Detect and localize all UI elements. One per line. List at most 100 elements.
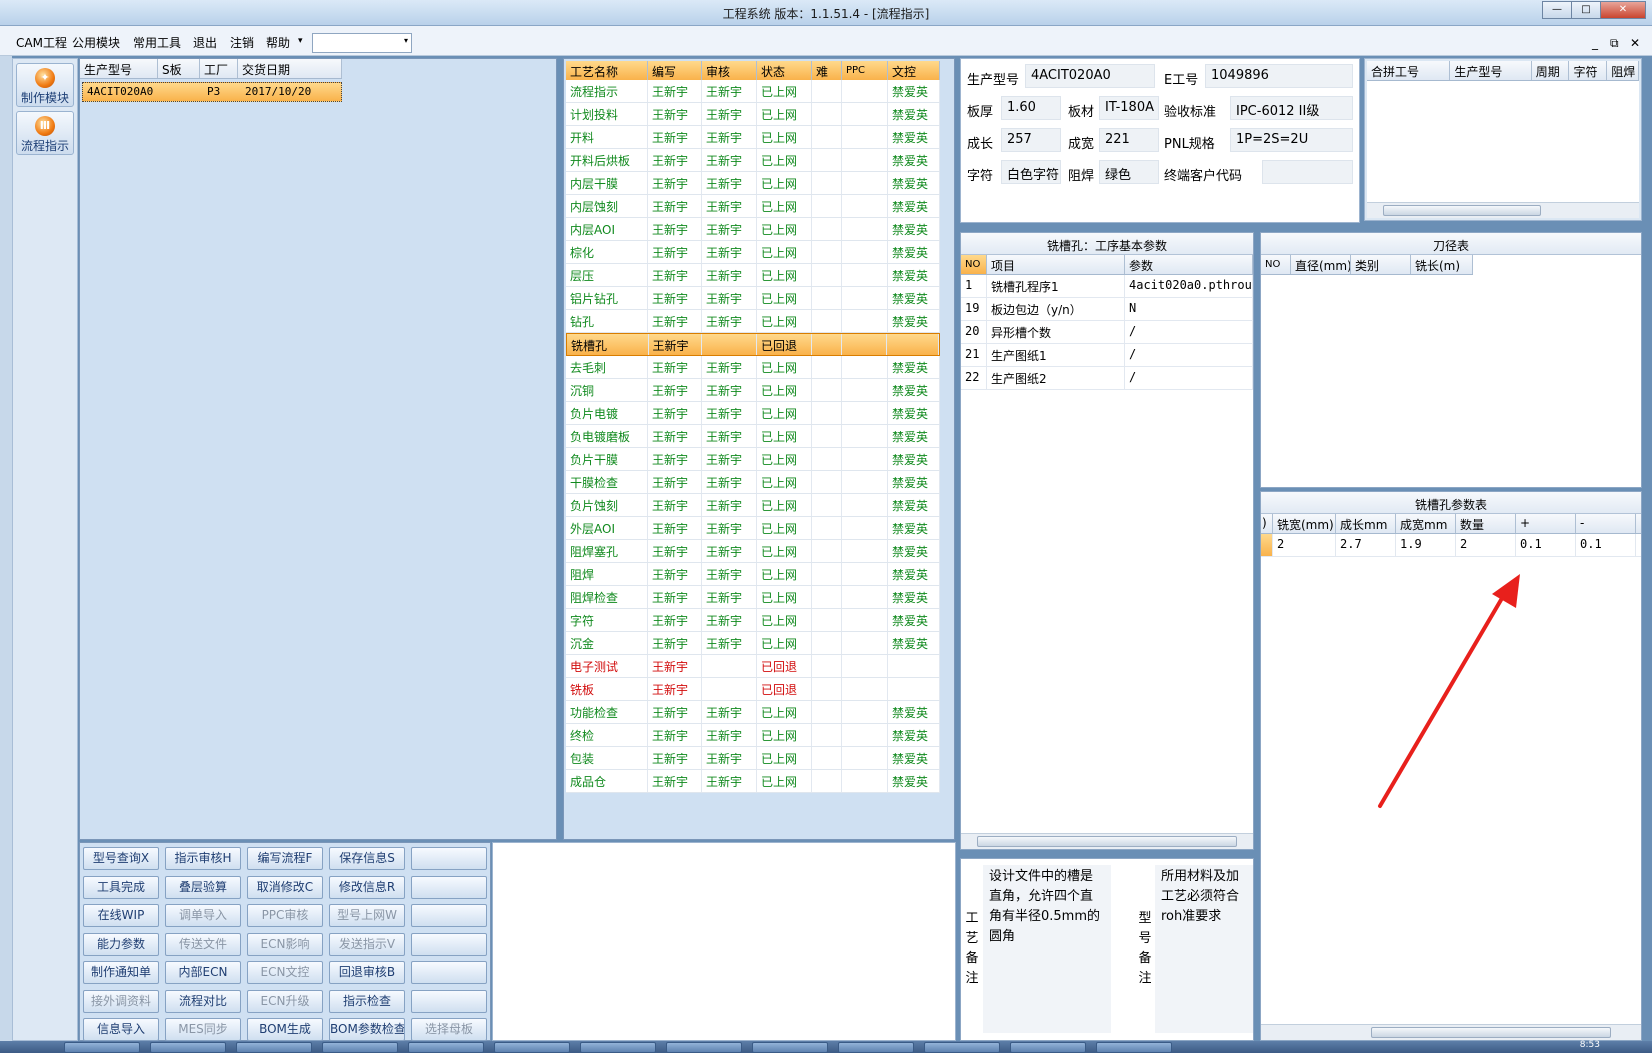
blank-button[interactable] <box>411 961 487 984</box>
table-row[interactable]: 内层蚀刻 王新宇 王新宇 已上网 禁爱英 <box>566 195 940 218</box>
table-row[interactable]: 开料后烘板 王新宇 王新宇 已上网 禁爱英 <box>566 149 940 172</box>
action-button[interactable]: PPC审核 <box>247 904 323 927</box>
action-button[interactable]: 工具完成 <box>83 875 159 899</box>
col-combine-no[interactable]: 合拼工号 <box>1367 61 1451 80</box>
process-note-text[interactable]: 设计文件中的槽是直角，允许四个直角有半径0.5mm的圆角 <box>983 865 1111 1033</box>
model-note-text[interactable]: 所用材料及加工艺必须符合roh准要求 <box>1155 865 1253 1033</box>
action-button[interactable]: 传送文件 <box>165 932 241 956</box>
help-dropdown-icon[interactable]: ▾ <box>298 36 303 46</box>
menu-common-modules[interactable]: 公用模块 <box>72 34 120 51</box>
table-row[interactable]: 字符 王新宇 王新宇 已上网 禁爱英 <box>566 609 940 632</box>
col-slot-qty[interactable]: 数量 <box>1456 514 1516 533</box>
table-row[interactable]: 内层AOI 王新宇 王新宇 已上网 禁爱英 <box>566 218 940 241</box>
length-value[interactable]: 257 <box>1001 128 1061 152</box>
action-button[interactable]: 制作通知单 <box>83 961 159 984</box>
menu-logout[interactable]: 注销 <box>230 34 254 51</box>
mdi-close-icon[interactable]: ✕ <box>1630 36 1640 50</box>
menu-help[interactable]: 帮助 <box>266 34 290 51</box>
action-button[interactable]: ECN升级 <box>247 989 323 1013</box>
col-combine-char[interactable]: 字符 <box>1569 61 1608 80</box>
table-row[interactable]: 负片干膜 王新宇 王新宇 已上网 禁爱英 <box>566 448 940 471</box>
standard-value[interactable]: IPC-6012 II级 <box>1230 96 1353 120</box>
table-row[interactable]: 负片蚀刻 王新宇 王新宇 已上网 禁爱英 <box>566 494 940 517</box>
col-status[interactable]: 状态 <box>757 61 812 80</box>
taskbar-item[interactable] <box>580 1042 656 1053</box>
taskbar-item[interactable] <box>838 1042 914 1053</box>
action-button[interactable]: 选择母板 <box>411 1018 487 1041</box>
action-button[interactable]: 信息导入 <box>83 1018 159 1041</box>
scroll-thumb[interactable] <box>1371 1027 1611 1038</box>
table-row[interactable]: 棕化 王新宇 王新宇 已上网 禁爱英 <box>566 241 940 264</box>
table-row[interactable]: 阻焊 王新宇 王新宇 已上网 禁爱英 <box>566 563 940 586</box>
table-row[interactable]: 沉铜 王新宇 王新宇 已上网 禁爱英 <box>566 379 940 402</box>
col-reviewer[interactable]: 审核 <box>702 61 757 80</box>
col-slot-length[interactable]: 成长mm <box>1336 514 1396 533</box>
table-row[interactable]: 层压 王新宇 王新宇 已上网 禁爱英 <box>566 264 940 287</box>
table-row[interactable]: 铣槽孔 王新宇 已回退 <box>566 333 940 356</box>
width-value[interactable]: 221 <box>1099 128 1159 152</box>
action-button[interactable]: 修改信息R <box>329 875 405 899</box>
menu-common-tools[interactable]: 常用工具 <box>133 34 181 51</box>
taskbar-item[interactable] <box>64 1042 140 1053</box>
action-button[interactable]: 接外调资料 <box>83 989 159 1013</box>
col-diameter[interactable]: 直径(mm) <box>1291 255 1351 274</box>
character-value[interactable]: 白色字符 <box>1001 160 1061 184</box>
blank-button[interactable] <box>411 875 487 899</box>
table-row[interactable]: 钻孔 王新宇 王新宇 已上网 禁爱英 <box>566 310 940 333</box>
blank-button[interactable] <box>411 904 487 927</box>
taskbar-item[interactable] <box>236 1042 312 1053</box>
table-row[interactable]: 外层AOI 王新宇 王新宇 已上网 禁爱英 <box>566 517 940 540</box>
sidebar-item-make-module[interactable]: ✦ 制作模块 <box>16 63 74 107</box>
blank-button[interactable] <box>411 989 487 1013</box>
action-button[interactable]: 取消修改C <box>247 875 323 899</box>
material-value[interactable]: IT-180A <box>1099 96 1159 120</box>
action-button[interactable]: 叠层验算 <box>165 875 241 899</box>
table-row[interactable]: 22 生产图纸2/ <box>961 367 1253 390</box>
col-no[interactable]: NO <box>961 255 987 274</box>
col-doc-control[interactable]: 文控 <box>888 61 940 80</box>
table-row[interactable]: 负片电镀 王新宇 王新宇 已上网 禁爱英 <box>566 402 940 425</box>
table-row[interactable]: 铝片钻孔 王新宇 王新宇 已上网 禁爱英 <box>566 287 940 310</box>
action-button[interactable]: 保存信息S <box>329 847 405 870</box>
table-row[interactable]: 内层干膜 王新宇 王新宇 已上网 禁爱英 <box>566 172 940 195</box>
table-row[interactable]: 20 异形槽个数 / <box>961 321 1253 344</box>
table-row[interactable]: 2 2.7 1.9 2 0.1 0.1 <box>1261 534 1641 557</box>
action-button[interactable]: 流程对比 <box>165 989 241 1013</box>
taskbar-item[interactable] <box>924 1042 1000 1053</box>
table-row[interactable]: 功能检查 王新宇 王新宇 已上网 禁爱英 <box>566 701 940 724</box>
sidebar-item-flow-instruction[interactable]: Ⅲ 流程指示 <box>16 111 74 155</box>
col-process-name[interactable]: 工艺名称 <box>566 61 648 80</box>
e-no-value[interactable]: 1049896 <box>1205 64 1353 88</box>
close-button[interactable]: ✕ <box>1600 1 1646 19</box>
col-s-board[interactable]: S板 <box>158 59 200 78</box>
col-category[interactable]: 类别 <box>1351 255 1411 274</box>
action-button[interactable]: 发送指示V <box>329 932 405 956</box>
table-row[interactable]: 21 生产图纸1/ <box>961 344 1253 367</box>
taskbar-item[interactable] <box>494 1042 570 1053</box>
table-row[interactable]: 负电镀磨板 王新宇 王新宇 已上网 禁爱英 <box>566 425 940 448</box>
maximize-button[interactable]: □ <box>1571 1 1601 19</box>
scroll-thumb[interactable] <box>977 836 1237 847</box>
col-writer[interactable]: 编写 <box>648 61 702 80</box>
col-mill-length[interactable]: 铣长(m) <box>1411 255 1473 274</box>
blank-button[interactable] <box>411 932 487 956</box>
params-scrollbar[interactable] <box>961 833 1253 849</box>
action-button[interactable]: MES同步 <box>165 1018 241 1041</box>
action-button[interactable]: 能力参数 <box>83 932 159 956</box>
action-button[interactable]: BOM参数检查 <box>329 1018 405 1041</box>
table-row[interactable]: 成品仓 王新宇 王新宇 已上网 禁爱英 <box>566 770 940 793</box>
menu-exit[interactable]: 退出 <box>193 34 217 51</box>
table-row[interactable]: 去毛刺 王新宇 王新宇 已上网 禁爱英 <box>566 356 940 379</box>
customer-code-value[interactable] <box>1262 160 1353 184</box>
col-tool-no[interactable]: NO <box>1261 255 1291 274</box>
thickness-value[interactable]: 1.60 <box>1001 96 1061 120</box>
blank-button[interactable] <box>411 847 487 870</box>
col-delivery-date[interactable]: 交货日期 <box>238 59 342 78</box>
taskbar-item[interactable] <box>1010 1042 1086 1053</box>
taskbar-item[interactable] <box>150 1042 226 1053</box>
col-item[interactable]: 项目 <box>987 255 1125 274</box>
action-button[interactable]: 编写流程F <box>247 847 323 870</box>
table-row[interactable]: 开料 王新宇 王新宇 已上网 禁爱英 <box>566 126 940 149</box>
table-row[interactable]: 电子测试 王新宇 已回退 <box>566 655 940 678</box>
table-row[interactable]: 1 铣槽孔程序1 4acit020a0.pthrou <box>961 275 1253 298</box>
